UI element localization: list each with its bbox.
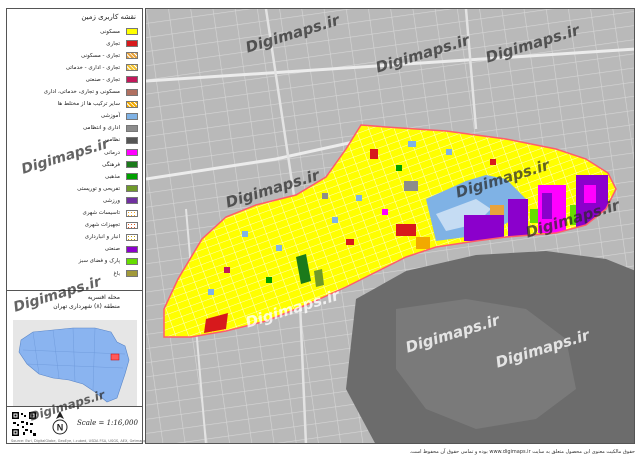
legend-label: تجاری - صنعتی [85, 76, 120, 83]
legend-swatch [126, 88, 138, 96]
legend-label: تجاری - مسکونی [80, 52, 120, 59]
legend-label: آموزشی [100, 113, 120, 120]
legend-swatch [126, 112, 138, 120]
legend-swatch [126, 245, 138, 253]
legend-item: فرهنگی [102, 160, 138, 169]
locator-highlight [110, 353, 120, 361]
legend-label: باغ [113, 270, 121, 277]
legend-item: صنعتی [105, 245, 138, 254]
legend-label: تجاری [106, 40, 120, 47]
legend-label: تجهیزات شهری [84, 222, 120, 229]
legend-swatch [126, 185, 138, 193]
legend-swatch [126, 136, 138, 144]
industrial-area [508, 199, 528, 239]
copyright-note: حقوق مالکیت معنوی این محصول متعلق به سای… [409, 449, 635, 455]
legend-item: مسکونی و تجاری، خدماتی، اداری [44, 88, 138, 97]
legend-label: پارک و فضای سبز [78, 258, 120, 265]
legend-item: تجاری - صنعتی [86, 75, 138, 84]
legend-label: تجاری - اداری - خدماتی [65, 64, 120, 71]
legend-item: تجاری - مسکونی [81, 51, 138, 60]
legend-item: تجاری - اداری - خدماتی [66, 63, 138, 72]
legend-label: مسکونی [100, 28, 120, 35]
legend-swatch [126, 40, 138, 48]
legend-label: اداری و انتظامی [82, 125, 120, 132]
legend-swatch [126, 270, 138, 277]
legend-item: نظامی [105, 136, 138, 145]
legend-label: فرهنگی [102, 161, 120, 168]
legend-swatch [126, 100, 138, 108]
legend-swatch [126, 257, 138, 265]
legend-item: باغ [113, 269, 138, 278]
legend-item: پارک و فضای سبز [79, 257, 138, 266]
legend-item: اداری و انتظامی [83, 124, 138, 133]
district-name: منطقه (۸) شهرداری تهران [53, 303, 120, 310]
legend-label: مسکونی و تجاری، خدماتی، اداری [43, 89, 120, 95]
legend-label: تاسیسات شهری [82, 210, 120, 216]
legend-swatch [126, 233, 138, 241]
industrial-area [464, 215, 504, 241]
legend-item: سایر ترکیب ها از مختلط ها [58, 100, 138, 109]
legend-item: مذهبی [105, 172, 138, 181]
legend-swatch [126, 28, 138, 35]
legend-swatch [126, 149, 138, 156]
legend-panel: نقشه کاربری زمین مسکونی تجاری تجاری - مسکو… [6, 8, 258, 444]
legend-swatch [126, 52, 138, 60]
legend-item: تفریحی و توریستی [77, 184, 138, 193]
legend-label: ورزشی [102, 197, 120, 204]
legend-swatch [126, 197, 138, 205]
legend-swatch [126, 64, 138, 72]
legend-swatch [126, 76, 138, 84]
legend-label: مذهبی [105, 173, 120, 180]
scale-text: Scale = 1:16,000 [77, 419, 138, 427]
legend-item: تاسیسات شهری [83, 209, 138, 218]
legend-swatch [126, 209, 138, 217]
legend-item: تجاری [106, 39, 138, 48]
legend-swatch [126, 173, 138, 181]
legend-item: ورزشی [103, 196, 138, 205]
legend-label: سایر ترکیب ها از مختلط ها [57, 101, 120, 108]
legend-label: صنعتی [104, 246, 120, 253]
legend-item: تجهیزات شهری [85, 221, 138, 230]
commercial-area [396, 224, 416, 236]
north-label: N [57, 423, 64, 433]
locator-map [13, 320, 137, 406]
map-frame[interactable]: Digimaps.ir Digimaps.ir Digimaps.ir Digi… [145, 8, 635, 444]
administrative-area [404, 181, 418, 191]
legend-item: انبار و انبارداری [85, 233, 138, 242]
legend-label: انبار و انبارداری [84, 234, 120, 241]
legend-swatch [126, 124, 138, 132]
legend-label: تفریحی و توریستی [77, 185, 120, 192]
legend-item: آموزشی [101, 112, 138, 121]
legend-title: نقشه کاربری زمین [81, 13, 136, 21]
legend-swatch [126, 221, 138, 229]
legend-item: مسکونی [100, 27, 138, 36]
legend-swatch [126, 161, 138, 169]
